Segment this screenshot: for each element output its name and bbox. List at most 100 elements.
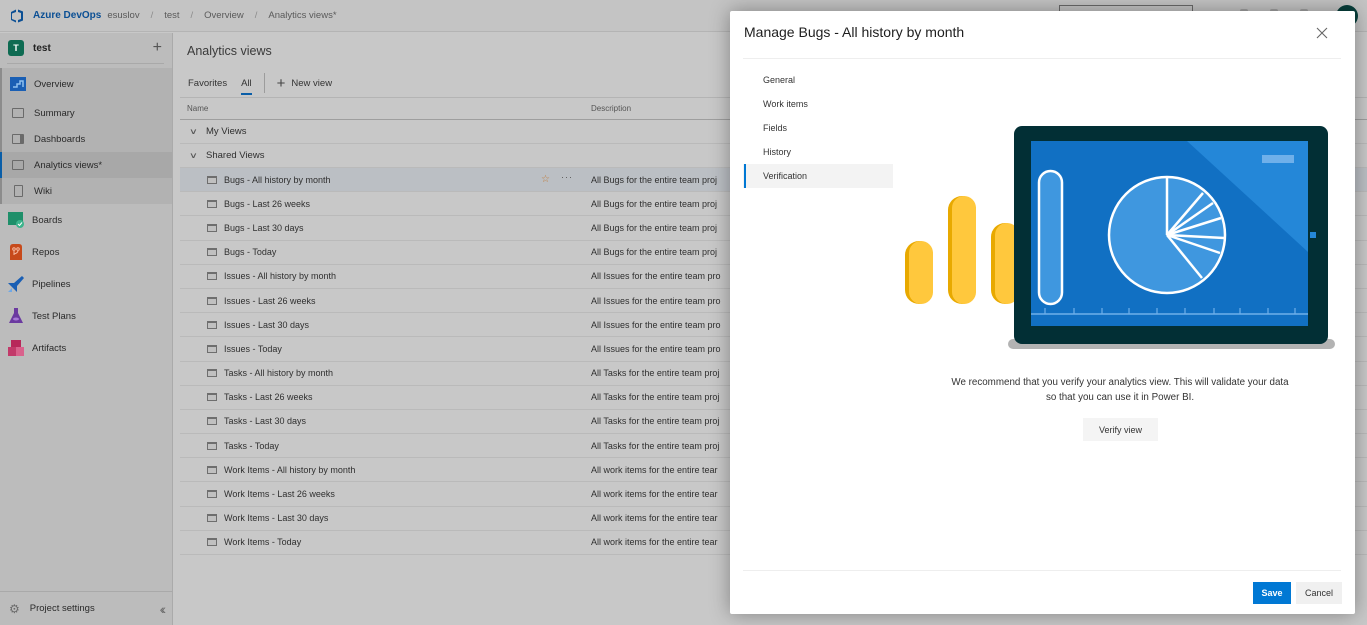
row-description: All Issues for the entire team pro	[591, 319, 721, 330]
analytics-view-icon	[207, 344, 217, 353]
row-description: All Tasks for the entire team proj	[591, 392, 720, 403]
nav-work-items[interactable]: Work items	[743, 92, 893, 116]
power-bi-illustration	[905, 126, 1335, 349]
analytics-view-icon	[207, 223, 217, 232]
sidebar-item-analytics-views[interactable]: Analytics views*	[0, 152, 172, 178]
gear-icon: ⚙	[9, 601, 20, 616]
row-name[interactable]: Work Items - Last 26 weeks	[224, 489, 335, 499]
brand-link[interactable]: Azure DevOps	[33, 10, 101, 21]
project-settings-label: Project settings	[29, 603, 95, 614]
row-name[interactable]: Bugs - All history by month	[224, 175, 331, 185]
nav-fields[interactable]: Fields	[743, 116, 893, 140]
breadcrumb-analytics-views[interactable]: Analytics views*	[268, 10, 336, 21]
row-name[interactable]: Tasks - Last 26 weeks	[224, 392, 313, 402]
save-button[interactable]: Save	[1253, 582, 1291, 604]
analytics-view-icon	[207, 465, 217, 474]
row-name[interactable]: Work Items - Last 30 days	[224, 513, 328, 523]
row-description: All Bugs for the entire team proj	[591, 198, 718, 209]
breadcrumb-project[interactable]: test	[164, 10, 179, 21]
dialog-title: Manage Bugs - All history by month	[744, 24, 965, 40]
row-description: All Tasks for the entire team proj	[591, 368, 720, 379]
sidebar-item-label: Analytics views*	[34, 159, 103, 171]
analytics-view-icon	[207, 514, 217, 523]
azure-devops-logo-icon[interactable]	[9, 8, 25, 24]
row-description: All Issues for the entire team pro	[591, 295, 721, 306]
analytics-view-icon	[207, 272, 217, 281]
row-name-cell: Tasks - Today	[180, 441, 591, 451]
project-header[interactable]: T test +	[0, 33, 172, 63]
divider	[743, 58, 1341, 59]
sidebar-item-summary[interactable]: Summary	[2, 100, 172, 126]
row-name[interactable]: Work Items - Today	[224, 537, 301, 547]
row-name-cell: Bugs - All history by month ☆ ···	[180, 172, 591, 185]
row-name[interactable]: Issues - Last 26 weeks	[224, 296, 316, 306]
tab-all[interactable]: All	[241, 74, 252, 95]
row-name[interactable]: Tasks - Today	[224, 441, 279, 451]
row-name-cell: Work Items - Today	[180, 537, 591, 547]
nav-general[interactable]: General	[743, 68, 893, 92]
row-description: All Bugs for the entire team proj	[591, 174, 718, 185]
analytics-view-icon	[207, 248, 217, 257]
nav-verification[interactable]: Verification	[743, 164, 893, 188]
project-settings[interactable]: ⚙ Project settings ‹‹	[0, 591, 173, 625]
breadcrumb-overview[interactable]: Overview	[204, 10, 244, 21]
dialog-nav: General Work items Fields History Verifi…	[743, 68, 893, 188]
verify-view-button[interactable]: Verify view	[1083, 418, 1158, 441]
group-label: Shared Views	[206, 150, 265, 161]
row-description: All Issues for the entire team pro	[591, 343, 721, 354]
row-description: All work items for the entire tear	[591, 513, 718, 524]
artifacts-icon	[8, 340, 24, 356]
row-name-cell: Tasks - Last 30 days	[180, 416, 591, 426]
row-name[interactable]: Work Items - All history by month	[224, 465, 355, 475]
close-icon[interactable]	[1314, 25, 1330, 41]
row-name-cell: Work Items - Last 30 days	[180, 513, 591, 523]
row-description: All Issues for the entire team pro	[591, 271, 721, 282]
sidebar-item-test-plans[interactable]: Test Plans	[0, 300, 172, 332]
breadcrumb-separator: /	[150, 10, 154, 21]
favorite-star-icon[interactable]: ☆	[541, 174, 550, 185]
sidebar-item-overview[interactable]: Overview	[2, 68, 172, 100]
row-description: All Bugs for the entire team proj	[591, 247, 718, 258]
row-name[interactable]: Bugs - Last 26 weeks	[224, 199, 310, 209]
analytics-view-icon	[207, 369, 217, 378]
tab-favorites[interactable]: Favorites	[188, 74, 227, 93]
row-name[interactable]: Bugs - Today	[224, 247, 276, 257]
more-actions-icon[interactable]: ···	[561, 172, 573, 182]
nav-history[interactable]: History	[743, 140, 893, 164]
pivot-bar: Favorites All + New view	[188, 73, 332, 95]
row-description: All Bugs for the entire team proj	[591, 222, 718, 233]
sidebar-item-label: Test Plans	[32, 310, 76, 322]
test-plans-icon	[8, 308, 24, 324]
row-name[interactable]: Tasks - All history by month	[224, 368, 333, 378]
sidebar-item-label: Summary	[34, 107, 75, 119]
sidebar-item-repos[interactable]: Repos	[0, 236, 172, 268]
add-icon[interactable]: +	[153, 39, 162, 57]
row-name[interactable]: Issues - Last 30 days	[224, 320, 309, 330]
summary-icon	[10, 105, 26, 121]
row-description: All work items for the entire tear	[591, 537, 718, 548]
row-name[interactable]: Tasks - Last 30 days	[224, 416, 306, 426]
sidebar-item-label: Pipelines	[32, 278, 71, 290]
sidebar-item-pipelines[interactable]: Pipelines	[0, 268, 172, 300]
wiki-icon	[10, 183, 26, 199]
sidebar-item-label: Overview	[34, 78, 74, 90]
row-name[interactable]: Issues - Today	[224, 344, 282, 354]
sidebar-item-dashboards[interactable]: Dashboards	[2, 126, 172, 152]
column-description[interactable]: Description	[591, 104, 631, 113]
breadcrumb-org[interactable]: esuslov	[107, 10, 139, 21]
row-name[interactable]: Bugs - Last 30 days	[224, 223, 304, 233]
row-name-cell: Work Items - All history by month	[180, 465, 591, 475]
sidebar-item-artifacts[interactable]: Artifacts	[0, 332, 172, 364]
sidebar-item-label: Dashboards	[34, 133, 86, 145]
sidebar-item-boards[interactable]: Boards	[0, 204, 172, 236]
analytics-view-icon	[207, 441, 217, 450]
sidebar-item-wiki[interactable]: Wiki	[2, 178, 172, 204]
plus-icon: +	[276, 74, 286, 92]
cancel-button[interactable]: Cancel	[1296, 582, 1342, 604]
analytics-view-icon	[207, 393, 217, 402]
column-name[interactable]: Name	[180, 104, 591, 113]
new-view-button[interactable]: + New view	[277, 75, 332, 92]
row-name-cell: Issues - Today	[180, 344, 591, 354]
row-name[interactable]: Issues - All history by month	[224, 271, 336, 281]
collapse-sidebar-icon[interactable]: ‹‹	[160, 601, 167, 617]
